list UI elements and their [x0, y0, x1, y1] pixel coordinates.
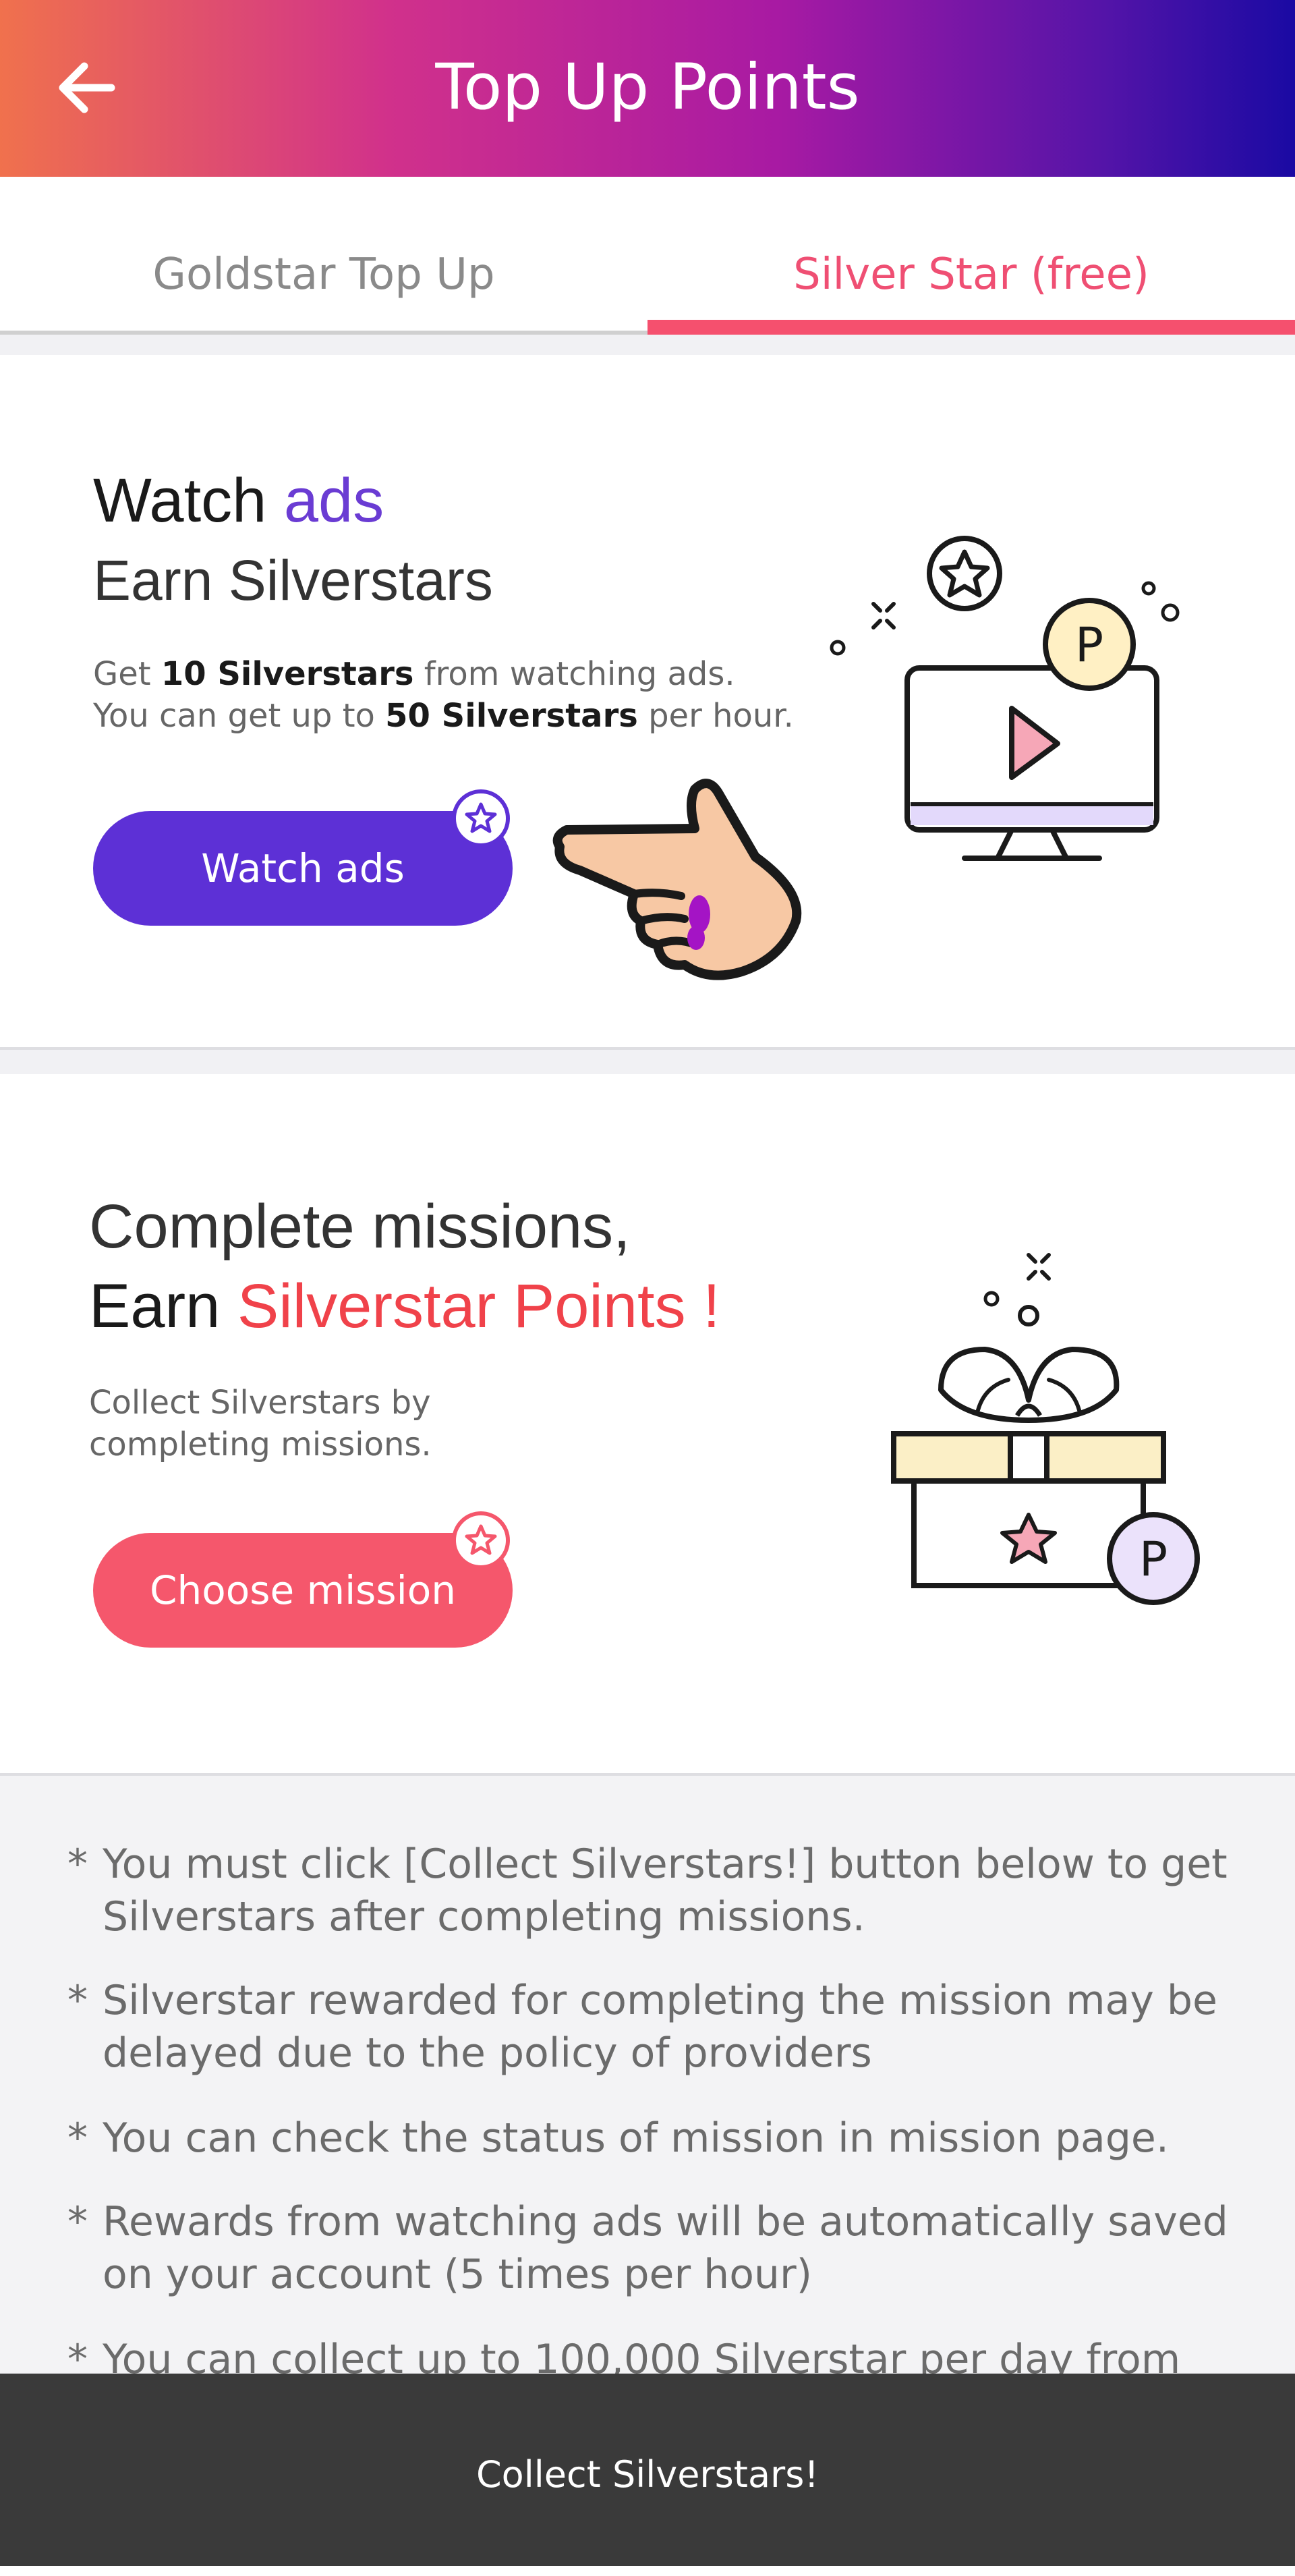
choose-mission-button[interactable]: Choose mission	[93, 1533, 513, 1648]
coin-label: P	[1139, 1532, 1168, 1587]
collect-silverstars-button[interactable]: Collect Silverstars!	[0, 2374, 1295, 2566]
mission-card-title: Complete missions,	[89, 1192, 631, 1261]
tab-silver-star-free[interactable]: Silver Star (free)	[648, 177, 1295, 333]
star-badge-icon	[452, 1511, 510, 1569]
star-badge-icon	[452, 789, 510, 847]
coin-label: P	[1075, 617, 1103, 673]
section-divider	[0, 335, 1295, 355]
section-divider	[0, 1047, 1295, 1074]
ads-title-highlight: ads	[283, 466, 384, 535]
page-title: Top Up Points	[435, 51, 860, 124]
pointing-hand-icon	[552, 779, 802, 980]
note-item: * You must click [Collect Silverstars!] …	[67, 1841, 1228, 1940]
note-item: * You can check the status of mission in…	[67, 2115, 1169, 2162]
watch-ads-button[interactable]: Watch ads	[93, 811, 513, 926]
app-header: Top Up Points	[0, 0, 1295, 177]
note-item: * Silverstar rewarded for completing the…	[67, 1977, 1217, 2077]
ads-title-prefix: Watch	[93, 466, 267, 535]
tab-goldstar-top-up[interactable]: Goldstar Top Up	[0, 177, 648, 333]
note-item: * You can collect up to 100,000 Silverst…	[67, 2336, 1181, 2376]
notes-section: * You must click [Collect Silverstars!] …	[0, 1773, 1295, 2376]
mission-card-description: Collect Silverstars by completing missio…	[89, 1384, 432, 1463]
gift-box-icon: P	[891, 1253, 1200, 1605]
ads-card-description: Get 10 Silverstars from watching ads. Yo…	[93, 655, 794, 735]
ads-card-title: Watch ads	[93, 466, 384, 536]
tv-play-icon: P	[830, 536, 1180, 861]
note-item: * Rewards from watching ads will be auto…	[67, 2198, 1228, 2298]
mission-card-subtitle: Earn Silverstar Points !	[89, 1271, 720, 1342]
tab-active-indicator	[648, 320, 1295, 335]
tab-bar: Goldstar Top Up Silver Star (free)	[0, 177, 1295, 333]
ads-card-subtitle: Earn Silverstars	[93, 549, 493, 612]
mission-subtitle-prefix: Earn	[89, 1272, 221, 1341]
mission-subtitle-highlight: Silverstar Points !	[237, 1272, 720, 1341]
